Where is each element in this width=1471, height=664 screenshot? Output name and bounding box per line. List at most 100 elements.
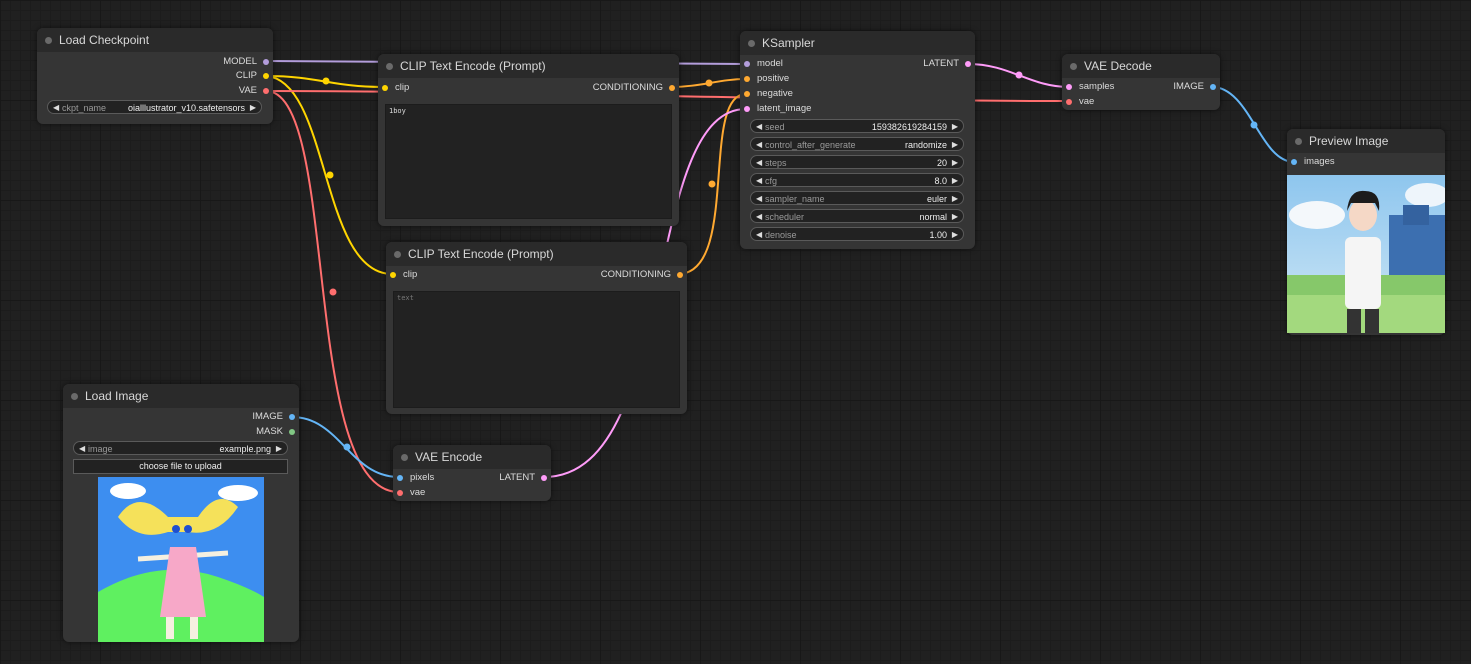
clip-text-encode-negative-node[interactable]: CLIP Text Encode (Prompt) clip CONDITION… (386, 242, 687, 414)
node-title[interactable]: CLIP Text Encode (Prompt) (378, 54, 679, 78)
output-dot-icon[interactable] (669, 85, 675, 91)
input-negative[interactable]: negative (744, 88, 793, 100)
input-dot-icon[interactable] (744, 106, 750, 112)
denoise-widget[interactable]: ◀ denoise 1.00 ▶ (750, 227, 964, 241)
arrow-right-icon[interactable]: ▶ (952, 138, 958, 152)
cfg-widget[interactable]: ◀ cfg 8.0 ▶ (750, 173, 964, 187)
input-positive[interactable]: positive (744, 73, 789, 85)
output-dot-icon[interactable] (263, 88, 269, 94)
sampler-name-widget[interactable]: ◀ sampler_name euler ▶ (750, 191, 964, 205)
control-after-generate-widget[interactable]: ◀ control_after_generate randomize ▶ (750, 137, 964, 151)
arrow-left-icon[interactable]: ◀ (756, 228, 762, 242)
arrow-left-icon[interactable]: ◀ (79, 442, 85, 456)
input-pixels[interactable]: pixels (397, 472, 434, 484)
node-title[interactable]: KSampler (740, 31, 975, 55)
output-dot-icon[interactable] (263, 73, 269, 79)
input-dot-icon[interactable] (744, 76, 750, 82)
arrow-right-icon[interactable]: ▶ (276, 442, 282, 456)
output-mask[interactable]: MASK (256, 426, 295, 438)
collapse-dot-icon[interactable] (386, 63, 393, 70)
input-dot-icon[interactable] (397, 490, 403, 496)
vae-encode-node[interactable]: VAE Encode pixels vae LATENT (393, 445, 551, 501)
input-samples[interactable]: samples (1066, 81, 1114, 93)
input-vae[interactable]: vae (1066, 96, 1094, 108)
output-model[interactable]: MODEL (223, 56, 269, 68)
input-dot-icon[interactable] (397, 475, 403, 481)
output-dot-icon[interactable] (263, 59, 269, 65)
arrow-right-icon[interactable]: ▶ (952, 156, 958, 170)
steps-widget[interactable]: ◀ steps 20 ▶ (750, 155, 964, 169)
input-vae[interactable]: vae (397, 487, 425, 499)
input-dot-icon[interactable] (744, 61, 750, 67)
output-clip[interactable]: CLIP (236, 70, 269, 82)
node-title[interactable]: VAE Decode (1062, 54, 1220, 78)
input-dot-icon[interactable] (1066, 99, 1072, 105)
ckpt-name-combo[interactable]: ◀ ckpt_name oialllustrator_v10.safetenso… (47, 100, 262, 114)
input-clip[interactable]: clip (390, 269, 417, 281)
node-title[interactable]: Load Checkpoint (37, 28, 273, 52)
output-image[interactable]: IMAGE (1173, 81, 1216, 93)
input-dot-icon[interactable] (1066, 84, 1072, 90)
node-title[interactable]: CLIP Text Encode (Prompt) (386, 242, 687, 266)
output-dot-icon[interactable] (541, 475, 547, 481)
collapse-dot-icon[interactable] (71, 393, 78, 400)
input-clip[interactable]: clip (382, 82, 409, 94)
input-dot-icon[interactable] (744, 91, 750, 97)
output-dot-icon[interactable] (289, 429, 295, 435)
input-model[interactable]: model (744, 58, 783, 70)
collapse-dot-icon[interactable] (401, 454, 408, 461)
image-combo[interactable]: ◀ image example.png ▶ (73, 441, 288, 455)
arrow-right-icon[interactable]: ▶ (952, 192, 958, 206)
arrow-left-icon[interactable]: ◀ (756, 156, 762, 170)
output-vae[interactable]: VAE (239, 85, 269, 97)
prompt-textarea[interactable]: text (393, 291, 680, 408)
generated-image-preview (1287, 175, 1445, 333)
collapse-dot-icon[interactable] (748, 40, 755, 47)
input-latent-image[interactable]: latent_image (744, 103, 811, 115)
node-title[interactable]: VAE Encode (393, 445, 551, 469)
arrow-right-icon[interactable]: ▶ (952, 120, 958, 134)
link-clip-neg (265, 75, 393, 275)
input-images[interactable]: images (1291, 156, 1335, 168)
collapse-dot-icon[interactable] (1070, 63, 1077, 70)
collapse-dot-icon[interactable] (1295, 138, 1302, 145)
arrow-left-icon[interactable]: ◀ (756, 192, 762, 206)
arrow-right-icon[interactable]: ▶ (952, 174, 958, 188)
upload-button[interactable]: choose file to upload (73, 459, 288, 474)
output-dot-icon[interactable] (1210, 84, 1216, 90)
ksampler-node[interactable]: KSampler model positive negative latent_… (740, 31, 975, 249)
collapse-dot-icon[interactable] (45, 37, 52, 44)
preview-image-node[interactable]: Preview Image images (1287, 129, 1445, 335)
link-images (1211, 86, 1295, 163)
prompt-textarea[interactable]: 1boy (385, 104, 672, 219)
arrow-right-icon[interactable]: ▶ (250, 101, 256, 115)
output-latent[interactable]: LATENT (499, 472, 547, 484)
link-clip-pos (265, 75, 386, 88)
arrow-right-icon[interactable]: ▶ (952, 210, 958, 224)
output-latent[interactable]: LATENT (923, 58, 971, 70)
arrow-left-icon[interactable]: ◀ (53, 101, 59, 115)
output-conditioning[interactable]: CONDITIONING (601, 269, 683, 281)
scheduler-widget[interactable]: ◀ scheduler normal ▶ (750, 209, 964, 223)
node-title[interactable]: Preview Image (1287, 129, 1445, 153)
input-dot-icon[interactable] (390, 272, 396, 278)
output-image[interactable]: IMAGE (252, 411, 295, 423)
output-conditioning[interactable]: CONDITIONING (593, 82, 675, 94)
arrow-right-icon[interactable]: ▶ (952, 228, 958, 242)
input-dot-icon[interactable] (1291, 159, 1297, 165)
output-dot-icon[interactable] (677, 272, 683, 278)
output-dot-icon[interactable] (289, 414, 295, 420)
arrow-left-icon[interactable]: ◀ (756, 138, 762, 152)
arrow-left-icon[interactable]: ◀ (756, 174, 762, 188)
output-dot-icon[interactable] (965, 61, 971, 67)
load-checkpoint-node[interactable]: Load Checkpoint MODEL CLIP VAE ◀ ckpt_na… (37, 28, 273, 124)
arrow-left-icon[interactable]: ◀ (756, 210, 762, 224)
collapse-dot-icon[interactable] (394, 251, 401, 258)
vae-decode-node[interactable]: VAE Decode samples vae IMAGE (1062, 54, 1220, 110)
load-image-node[interactable]: Load Image IMAGE MASK ◀ image example.pn… (63, 384, 299, 642)
arrow-left-icon[interactable]: ◀ (756, 120, 762, 134)
node-title[interactable]: Load Image (63, 384, 299, 408)
input-dot-icon[interactable] (382, 85, 388, 91)
seed-widget[interactable]: ◀ seed 159382619284159 ▶ (750, 119, 964, 133)
clip-text-encode-positive-node[interactable]: CLIP Text Encode (Prompt) clip CONDITION… (378, 54, 679, 226)
